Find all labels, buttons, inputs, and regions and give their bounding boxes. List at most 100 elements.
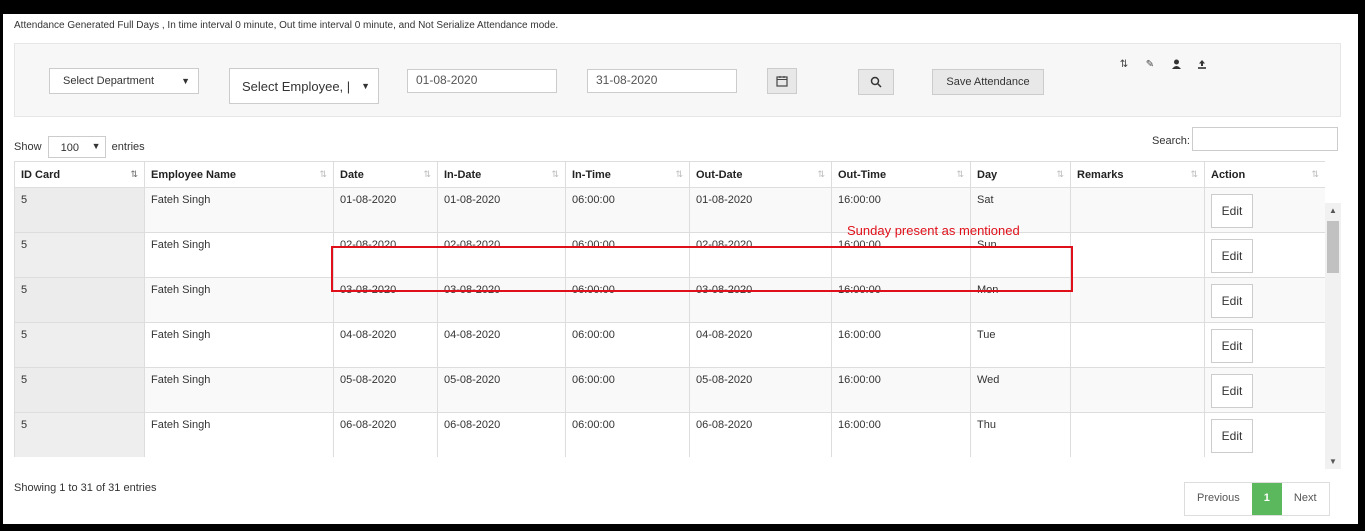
edit-button[interactable]: Edit (1211, 419, 1253, 453)
column-header-in-time[interactable]: In-Time ⇅ (565, 161, 690, 188)
from-date-input[interactable]: 01-08-2020 (407, 69, 557, 93)
table-row: 5 Fateh Singh 06-08-2020 06-08-2020 06:0… (14, 412, 1325, 457)
cell-day: Tue (970, 322, 1071, 368)
cell-id-card: 5 (14, 232, 145, 278)
to-date-input[interactable]: 31-08-2020 (587, 69, 737, 93)
table-scrollbar[interactable]: ▲ ▼ (1325, 203, 1341, 469)
column-header-label: Employee Name (151, 168, 236, 181)
cell-action: Edit (1204, 322, 1325, 368)
edit-button[interactable]: Edit (1211, 194, 1253, 228)
sort-icon: ⇅ (319, 169, 327, 179)
table-header-row: ID Card ⇅ Employee Name ⇅ Date ⇅ In-Date ⇅ I… (14, 161, 1325, 188)
column-header-employee-name[interactable]: Employee Name ⇅ (144, 161, 334, 188)
cell-out-date: 02-08-2020 (689, 232, 832, 278)
cell-date: 03-08-2020 (333, 277, 438, 323)
sort-icon: ⇅ (1056, 169, 1064, 179)
entries-label: entries (111, 140, 145, 153)
pagination: Previous 1 Next (1184, 482, 1330, 516)
edit-button[interactable]: Edit (1211, 284, 1253, 318)
column-header-id-card[interactable]: ID Card ⇅ (14, 161, 145, 188)
column-header-date[interactable]: Date ⇅ (333, 161, 438, 188)
edit-icon[interactable]: ✎ (1139, 54, 1161, 76)
scroll-up-icon[interactable]: ▲ (1329, 206, 1337, 215)
cell-in-date: 02-08-2020 (437, 232, 566, 278)
cell-remarks (1070, 412, 1205, 457)
sort-icon: ⇅ (423, 169, 431, 179)
sort-icon: ⇅ (817, 169, 825, 179)
department-select[interactable]: Select Department ▼ (49, 68, 199, 94)
chevron-down-icon: ▼ (181, 76, 190, 86)
table-row: 5 Fateh Singh 02-08-2020 02-08-2020 06:0… (14, 232, 1325, 278)
cell-id-card: 5 (14, 367, 145, 413)
sort-icon: ⇅ (1190, 169, 1198, 179)
scrollbar-thumb[interactable] (1327, 221, 1339, 273)
cell-out-date: 04-08-2020 (689, 322, 832, 368)
employee-select-value: Select Employee, | (242, 79, 351, 94)
column-header-out-date[interactable]: Out-Date ⇅ (689, 161, 832, 188)
cell-out-time: 16:00:00 (831, 322, 971, 368)
cell-out-time: 16:00:00 (831, 412, 971, 457)
cell-out-time: 16:00:00 (831, 232, 971, 278)
cell-remarks (1070, 322, 1205, 368)
search-button[interactable] (858, 69, 894, 95)
column-header-remarks[interactable]: Remarks ⇅ (1070, 161, 1205, 188)
sort-desc-icon: ⇅ (130, 169, 138, 179)
pagination-previous[interactable]: Previous (1185, 483, 1252, 515)
sort-icon: ⇅ (675, 169, 683, 179)
cell-out-date: 03-08-2020 (689, 277, 832, 323)
cell-date: 06-08-2020 (333, 412, 438, 457)
column-header-day[interactable]: Day ⇅ (970, 161, 1071, 188)
cell-date: 01-08-2020 (333, 187, 438, 233)
attendance-table-wrapper: ID Card ⇅ Employee Name ⇅ Date ⇅ In-Date ⇅ I… (14, 161, 1325, 457)
cell-id-card: 5 (14, 322, 145, 368)
cell-id-card: 5 (14, 412, 145, 457)
save-attendance-button[interactable]: Save Attendance (932, 69, 1044, 95)
table-row: 5 Fateh Singh 03-08-2020 03-08-2020 06:0… (14, 277, 1325, 323)
column-header-out-time[interactable]: Out-Time ⇅ (831, 161, 971, 188)
entries-length-value: 100 (60, 142, 79, 154)
sort-icon[interactable]: ⇅ (1113, 54, 1135, 76)
cell-day: Sun (970, 232, 1071, 278)
column-header-label: Out-Date (696, 168, 743, 181)
calendar-button[interactable] (767, 68, 797, 94)
column-header-action[interactable]: Action ⇅ (1204, 161, 1325, 188)
cell-remarks (1070, 232, 1205, 278)
employee-select[interactable]: Select Employee, | ▼ (229, 68, 379, 104)
pagination-next[interactable]: Next (1282, 483, 1329, 515)
table-row: 5 Fateh Singh 05-08-2020 05-08-2020 06:0… (14, 367, 1325, 413)
cell-out-time: 16:00:00 (831, 367, 971, 413)
pagination-page-1[interactable]: 1 (1251, 483, 1282, 515)
cell-out-time: 16:00:00 (831, 277, 971, 323)
column-header-label: Remarks (1077, 168, 1124, 181)
cell-action: Edit (1204, 232, 1325, 278)
edit-button[interactable]: Edit (1211, 329, 1253, 363)
cell-remarks (1070, 277, 1205, 323)
edit-button[interactable]: Edit (1211, 239, 1253, 273)
column-header-label: In-Date (444, 168, 482, 181)
cell-employee-name: Fateh Singh (144, 232, 334, 278)
cell-action: Edit (1204, 187, 1325, 233)
upload-icon[interactable] (1191, 54, 1213, 76)
entries-length-select[interactable]: 100 ▼ (47, 136, 106, 158)
caret-down-icon: ▼ (361, 81, 370, 91)
cell-remarks (1070, 367, 1205, 413)
column-header-label: Day (977, 168, 998, 181)
cell-day: Wed (970, 367, 1071, 413)
cell-in-date: 03-08-2020 (437, 277, 566, 323)
cell-id-card: 5 (14, 277, 145, 323)
show-label: Show (14, 140, 42, 153)
chevron-down-icon: ▼ (91, 141, 101, 151)
cell-remarks (1070, 187, 1205, 233)
column-header-in-date[interactable]: In-Date ⇅ (437, 161, 566, 188)
cell-out-date: 06-08-2020 (689, 412, 832, 457)
cell-date: 04-08-2020 (333, 322, 438, 368)
calendar-icon (776, 76, 788, 87)
cell-in-time: 06:00:00 (565, 367, 690, 413)
cell-action: Edit (1204, 412, 1325, 457)
search-input[interactable] (1192, 127, 1338, 151)
edit-button[interactable]: Edit (1211, 374, 1253, 408)
user-icon[interactable] (1165, 54, 1187, 76)
scroll-down-icon[interactable]: ▼ (1329, 457, 1337, 466)
column-header-label: Date (340, 168, 364, 181)
cell-in-date: 05-08-2020 (437, 367, 566, 413)
